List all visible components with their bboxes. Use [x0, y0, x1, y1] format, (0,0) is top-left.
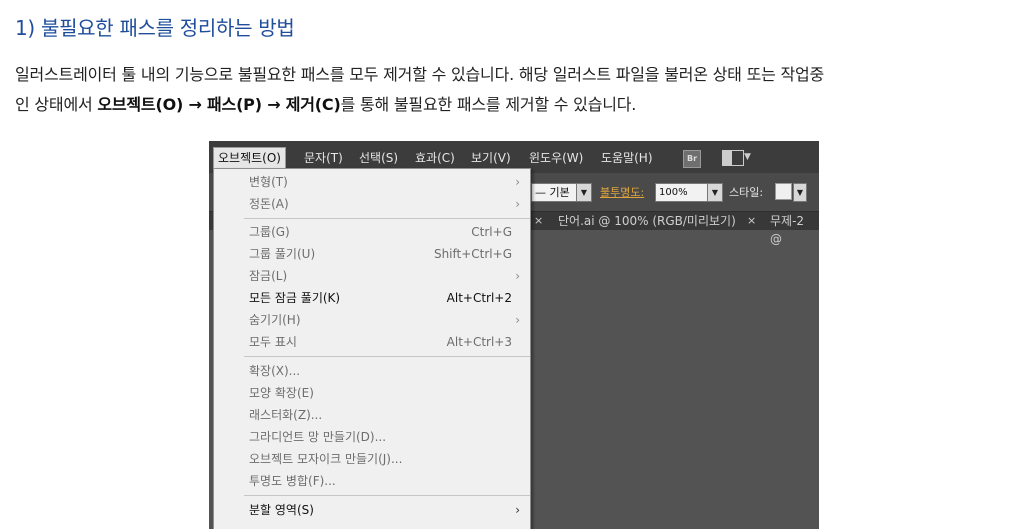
menu-view[interactable]: 보기(V): [467, 148, 515, 168]
paragraph-line-2-suffix: 를 통해 불필요한 패스를 제거할 수 있습니다.: [340, 95, 637, 114]
chevron-right-icon: ›: [515, 175, 520, 189]
section-heading: 1) 불필요한 패스를 정리하는 방법: [15, 16, 295, 40]
menu-select[interactable]: 선택(S): [355, 148, 402, 168]
opacity-dropdown-icon[interactable]: ▼: [707, 183, 723, 202]
menu-item-transform[interactable]: 변형(T) ›: [214, 171, 530, 193]
chevron-right-icon: ›: [515, 503, 520, 517]
style-label: 스타일:: [729, 186, 764, 199]
tab-close-icon[interactable]: ×: [747, 212, 756, 230]
menu-window[interactable]: 윈도우(W): [525, 148, 587, 168]
paragraph-line-1: 일러스트레이터 툴 내의 기능으로 불필요한 패스를 모두 제거할 수 있습니다…: [15, 65, 825, 84]
menu-item-rasterize[interactable]: 래스터화(Z)...: [214, 404, 530, 426]
stroke-style-dropdown-icon[interactable]: ▼: [576, 183, 592, 202]
opacity-input[interactable]: 100%: [655, 183, 712, 202]
menu-effect[interactable]: 효과(C): [411, 148, 459, 168]
style-swatch[interactable]: [775, 183, 792, 200]
menu-item-slice[interactable]: 분할 영역(S) ›: [214, 499, 530, 521]
menu-item-hide[interactable]: 숨기기(H) ›: [214, 309, 530, 331]
body-paragraph: 일러스트레이터 툴 내의 기능으로 불필요한 패스를 모두 제거할 수 있습니다…: [15, 60, 1020, 120]
menu-item-group[interactable]: 그룹(G) Ctrl+G: [214, 221, 530, 243]
chevron-right-icon: ›: [515, 313, 520, 327]
menu-object[interactable]: 오브젝트(O): [213, 147, 286, 169]
chevron-right-icon: ›: [515, 197, 520, 211]
stroke-style-select[interactable]: — 기본: [531, 183, 580, 202]
menu-item-object-mosaic[interactable]: 오브젝트 모자이크 만들기(J)...: [214, 448, 530, 470]
menu-item-expand-appearance[interactable]: 모양 확장(E): [214, 382, 530, 404]
workspace-icon[interactable]: [722, 150, 744, 166]
menu-item-gradient-mesh[interactable]: 그라디언트 망 만들기(D)...: [214, 426, 530, 448]
menu-item-show-all[interactable]: 모두 표시 Alt+Ctrl+3: [214, 331, 530, 353]
style-dropdown-icon[interactable]: ▼: [793, 183, 807, 202]
object-dropdown-menu: 변형(T) › 정돈(A) › 그룹(G) Ctrl+G 그룹 풀기(U) Shift+…: [213, 168, 531, 529]
workspace-dropdown-icon[interactable]: ▼: [744, 152, 751, 162]
menu-help[interactable]: 도움말(H): [597, 148, 657, 168]
menu-item-flatten-transparency[interactable]: 투명도 병합(F)...: [214, 470, 530, 492]
menu-item-ungroup[interactable]: 그룹 풀기(U) Shift+Ctrl+G: [214, 243, 530, 265]
menu-item-lock[interactable]: 잠금(L) ›: [214, 265, 530, 287]
tab-document-1[interactable]: 단어.ai @ 100% (RGB/미리보기): [558, 212, 736, 230]
opacity-label[interactable]: 불투명도:: [600, 184, 644, 200]
menu-type[interactable]: 문자(T): [300, 148, 347, 168]
tab-close-icon[interactable]: ×: [534, 212, 543, 230]
menu-path-bold: 오브젝트(O) → 패스(P) → 제거(C): [97, 95, 341, 114]
tab-document-2[interactable]: 무제-2 @: [770, 212, 819, 246]
menu-separator: [244, 495, 530, 496]
menu-separator: [244, 356, 530, 357]
illustrator-screenshot: 오브젝트(O) 문자(T) 선택(S) 효과(C) 보기(V) 윈도우(W) 도…: [209, 141, 819, 529]
paragraph-line-2-prefix: 인 상태에서: [15, 95, 98, 114]
menu-item-expand[interactable]: 확장(X)...: [214, 360, 530, 382]
menu-item-unlock-all[interactable]: 모든 잠금 풀기(K) Alt+Ctrl+2: [214, 287, 530, 309]
bridge-icon[interactable]: Br: [683, 150, 701, 168]
menu-item-arrange[interactable]: 정돈(A) ›: [214, 193, 530, 215]
chevron-right-icon: ›: [515, 269, 520, 283]
menu-separator: [244, 218, 530, 219]
